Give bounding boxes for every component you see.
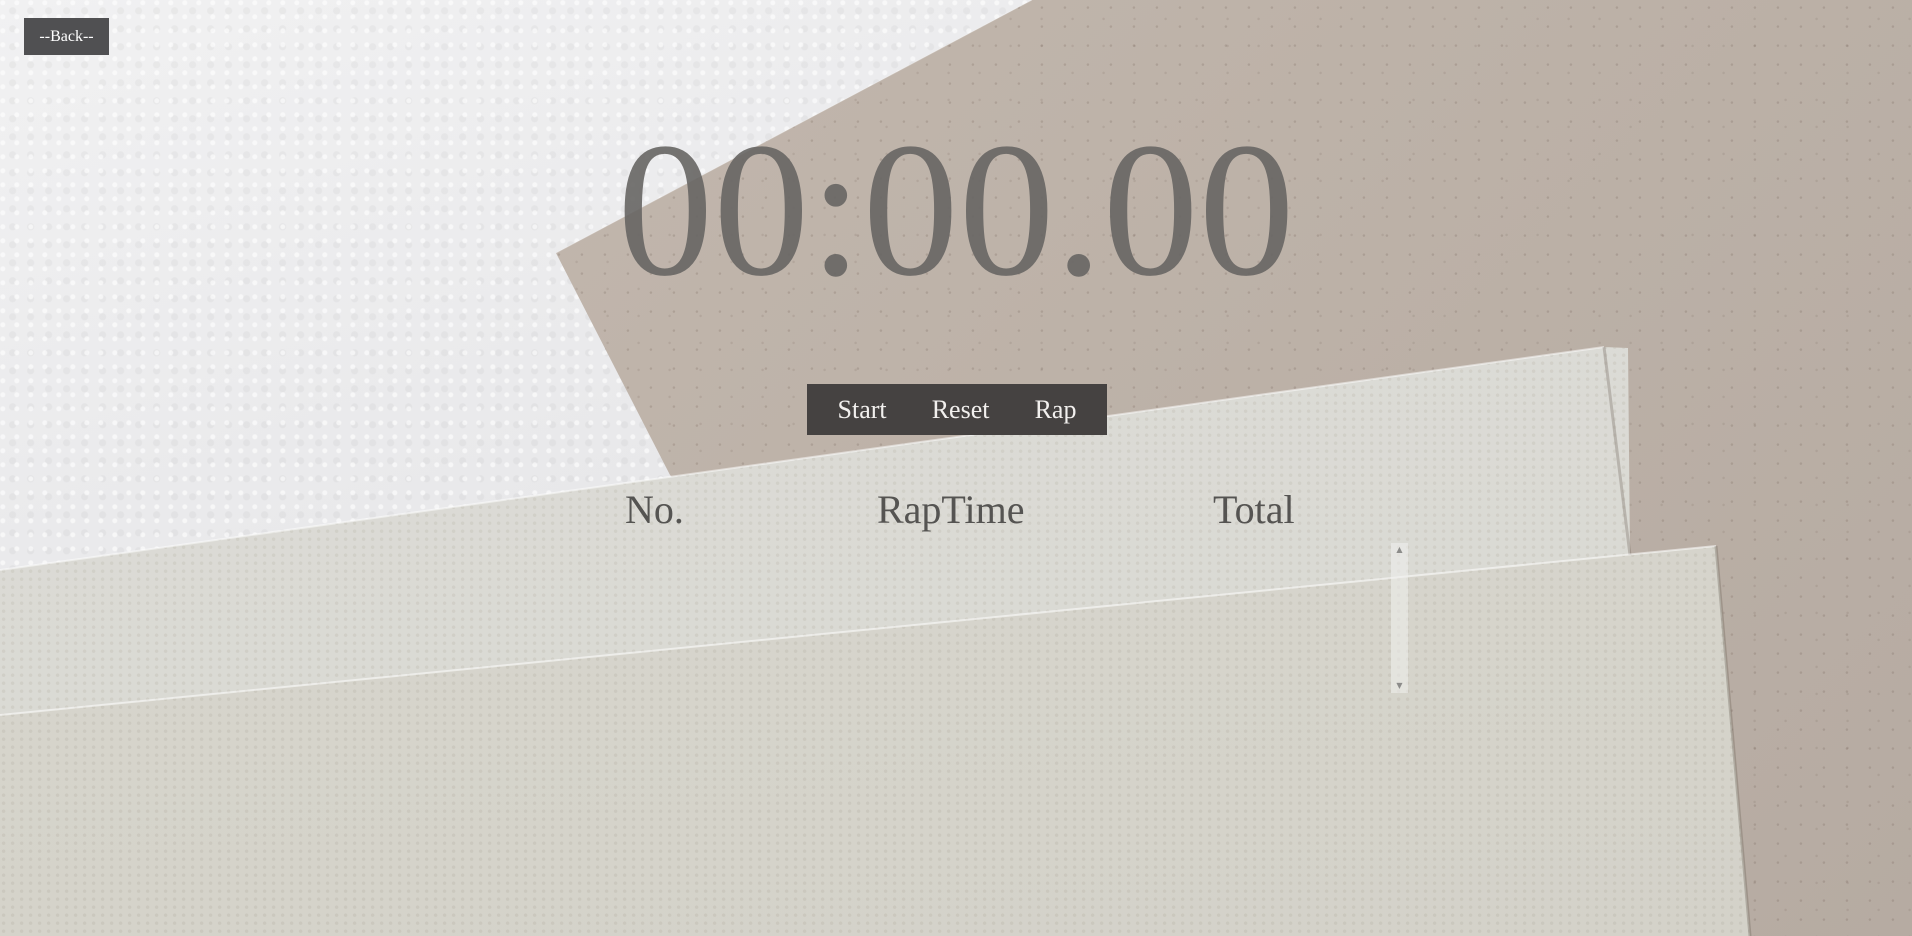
- reset-button[interactable]: Reset: [924, 384, 998, 435]
- timer-display: 00:00.00: [617, 103, 1295, 316]
- back-button[interactable]: --Back--: [24, 18, 109, 55]
- laps-table-header: No. RapTime Total: [0, 486, 1912, 538]
- start-button[interactable]: Start: [830, 384, 895, 435]
- triangle-up-icon[interactable]: ▲: [1391, 543, 1408, 557]
- laps-list: [600, 543, 1408, 693]
- rap-button[interactable]: Rap: [1027, 384, 1085, 435]
- triangle-down-icon[interactable]: ▼: [1391, 679, 1408, 693]
- timer-controls: Start Reset Rap: [807, 384, 1107, 435]
- laps-scrollbar[interactable]: ▲ ▼: [1391, 543, 1408, 693]
- column-header-no: No.: [625, 487, 684, 532]
- column-header-rap-time: RapTime: [877, 487, 1025, 532]
- column-header-total: Total: [1213, 487, 1295, 532]
